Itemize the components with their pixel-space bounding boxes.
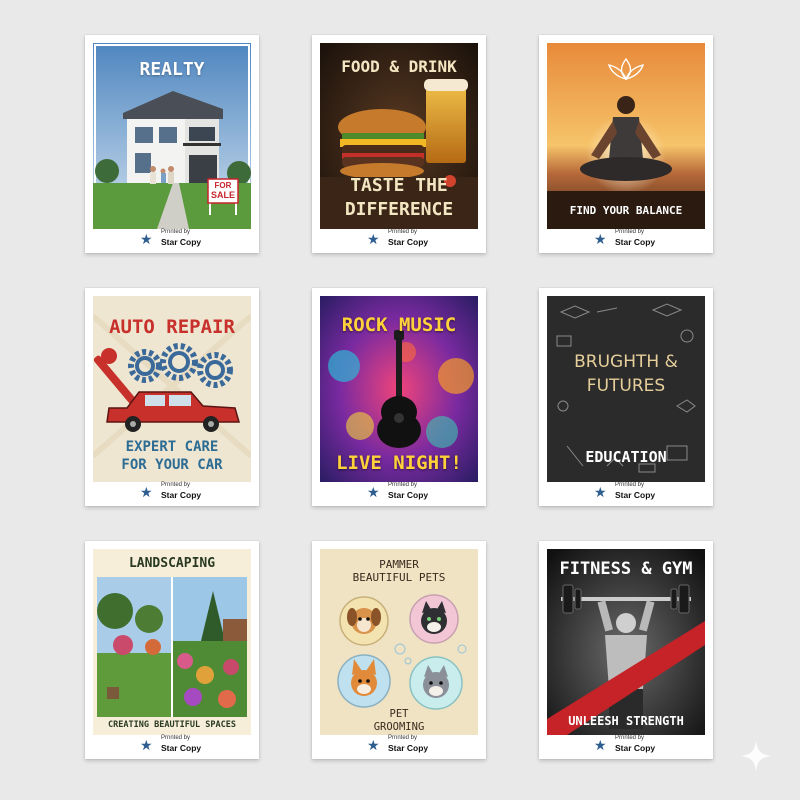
poster-tagline: LIVE NIGHT! [336, 452, 462, 474]
poster-line1: PAMMER [379, 558, 419, 571]
poster-title: REALTY [139, 59, 205, 80]
poster-card-pets[interactable]: PAMMER BEAUTIFUL PETS PET GROOMING ★ Prn… [312, 541, 486, 759]
printed-by-credit: ★ Prnnted by Star Copy [85, 481, 259, 503]
credit-small: Prnnted by [388, 229, 418, 235]
star-icon: ★ [367, 485, 380, 501]
credit-brand: Star Copy [161, 237, 202, 247]
poster-title: FITNESS & GYM [559, 559, 693, 579]
credit-brand: Star Copy [161, 490, 202, 500]
poster-tagline: UNLEESH STRENGTH [568, 714, 684, 728]
poster-tagline: FIND YOUR BALANCE [569, 204, 683, 217]
poster-art-education: BRUGHTH & FUTURES EDUCATION [547, 296, 705, 482]
printed-by-credit: ★ Prnnted by Star Copy [539, 481, 713, 503]
poster-title: AUTO REPAIR [109, 316, 235, 338]
poster-line2: FUTURES [586, 376, 666, 396]
printed-by-credit: ★ Prnnted by Star Copy [312, 734, 486, 756]
star-icon: ★ [367, 232, 380, 248]
credit-small: Prnnted by [388, 482, 418, 488]
credit-small: Prnnted by [615, 482, 645, 488]
poster-title: ROCK MUSIC [341, 314, 457, 336]
poster-card-landscaping[interactable]: LANDSCAPING CREATING BEAUTIFUL SPACES ★ … [85, 541, 259, 759]
poster-line3: PET [389, 708, 409, 720]
printed-by-credit: ★ Prnnted by Star Copy [539, 734, 713, 756]
poster-art-fitness: FITNESS & GYM UNLEESH STRENGTH [547, 549, 705, 735]
credit-small: Prnnted by [161, 735, 191, 741]
printed-by-credit: ★ Prnnted by Star Copy [85, 228, 259, 250]
credit-brand: Star Copy [615, 490, 656, 500]
poster-line2: FOR YOUR CAR [121, 457, 223, 473]
poster-tagline: CREATING BEAUTIFUL SPACES [108, 720, 236, 730]
sign-text-bottom: SALE [210, 190, 235, 200]
sign-text-top: FOR [214, 181, 232, 190]
star-icon: ★ [594, 232, 607, 248]
poster-art-rock: ROCK MUSIC LIVE NIGHT! [320, 296, 478, 482]
poster-line2: DIFFERENCE [344, 199, 454, 220]
poster-card-yoga[interactable]: FIND YOUR BALANCE ★ Prnnted by Star Copy [539, 35, 713, 253]
credit-small: Prnnted by [615, 735, 645, 741]
poster-art-food: FOOD & DRINK TASTE THE DIFFERENCE [320, 43, 478, 229]
credit-small: Prnnted by [388, 735, 418, 741]
poster-art-landscaping: LANDSCAPING CREATING BEAUTIFUL SPACES [93, 549, 251, 735]
poster-card-education[interactable]: BRUGHTH & FUTURES EDUCATION ★ Prnnted by… [539, 288, 713, 506]
credit-small: Prnnted by [161, 229, 191, 235]
poster-card-food[interactable]: FOOD & DRINK TASTE THE DIFFERENCE ★ Prnn… [312, 35, 486, 253]
sparkle-icon [740, 740, 772, 772]
printed-by-credit: ★ Prnnted by Star Copy [312, 228, 486, 250]
credit-small: Prnnted by [161, 482, 191, 488]
credit-small: Prnnted by [615, 229, 645, 235]
poster-art-yoga: FIND YOUR BALANCE [547, 43, 705, 229]
credit-brand: Star Copy [388, 237, 429, 247]
poster-title: LANDSCAPING [128, 556, 216, 571]
poster-card-fitness[interactable]: FITNESS & GYM UNLEESH STRENGTH ★ Prnnted… [539, 541, 713, 759]
poster-line2: BEAUTIFUL PETS [352, 571, 446, 584]
printed-by-credit: ★ Prnnted by Star Copy [312, 481, 486, 503]
poster-art-pets: PAMMER BEAUTIFUL PETS PET GROOMING [320, 549, 478, 735]
star-icon: ★ [140, 232, 153, 248]
poster-card-auto[interactable]: AUTO REPAIR EXPERT CARE FOR YOUR CAR ★ P… [85, 288, 259, 506]
poster-line1: BRUGHTH & [574, 352, 678, 372]
star-icon: ★ [367, 738, 380, 754]
poster-art-auto: AUTO REPAIR EXPERT CARE FOR YOUR CAR [93, 296, 251, 482]
poster-line1: TASTE THE [350, 175, 448, 196]
star-icon: ★ [140, 738, 153, 754]
printed-by-credit: ★ Prnnted by Star Copy [539, 228, 713, 250]
credit-brand: Star Copy [388, 743, 429, 753]
star-icon: ★ [594, 485, 607, 501]
poster-card-rock[interactable]: ROCK MUSIC LIVE NIGHT! ★ Prnnted by Star… [312, 288, 486, 506]
credit-brand: Star Copy [161, 743, 202, 753]
credit-brand: Star Copy [615, 743, 656, 753]
credit-brand: Star Copy [615, 237, 656, 247]
poster-line4: GROOMING [373, 721, 425, 733]
star-icon: ★ [594, 738, 607, 754]
poster-tagline: EDUCATION [585, 448, 667, 466]
printed-by-credit: ★ Prnnted by Star Copy [85, 734, 259, 756]
poster-line1: EXPERT CARE [125, 439, 219, 455]
poster-art-realty: REALTY FOR SALE [93, 43, 251, 229]
credit-brand: Star Copy [388, 490, 429, 500]
star-icon: ★ [140, 485, 153, 501]
poster-title: FOOD & DRINK [341, 57, 457, 76]
poster-card-realty[interactable]: REALTY FOR SALE ★ Prnnted by Star Copy [85, 35, 259, 253]
